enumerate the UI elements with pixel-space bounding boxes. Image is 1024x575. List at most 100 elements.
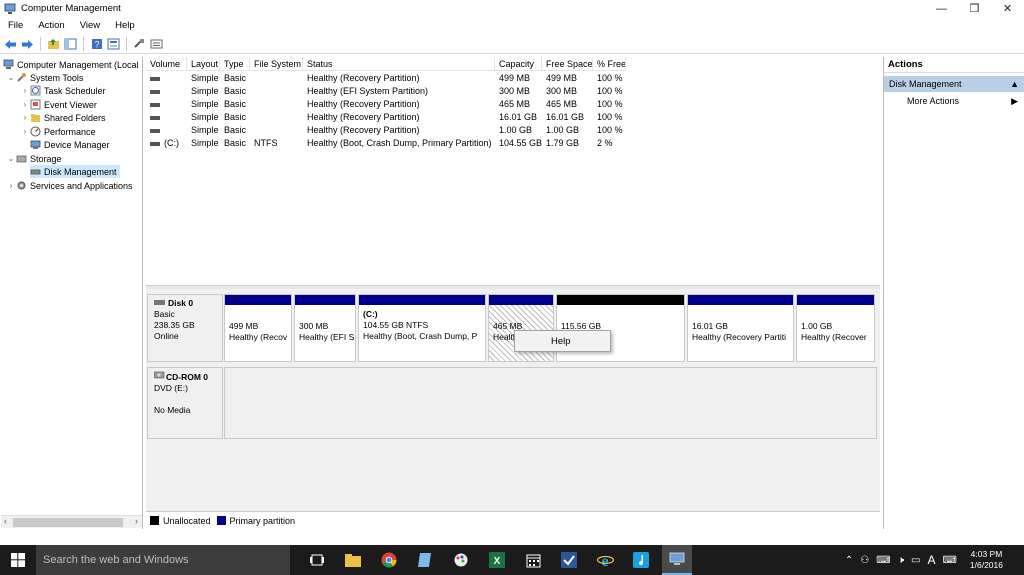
column-header-file-system[interactable]: File System — [250, 57, 303, 70]
volume-row[interactable]: (C:) Simple Basic NTFS Healthy (Boot, Crash … — [146, 137, 626, 150]
tree-item-performance[interactable]: › Performance — [20, 125, 96, 138]
chrome-button[interactable] — [374, 545, 404, 575]
tree-item-computer-management[interactable]: Computer Management (Local — [3, 58, 139, 71]
volume-row[interactable]: Simple Basic Healthy (Recovery Partition) 1… — [146, 124, 626, 137]
cell-status: Healthy (Boot, Crash Dump, Primary Parti… — [307, 138, 492, 148]
expand-arrow-icon[interactable]: › — [20, 86, 30, 95]
computer-management-taskbar-button[interactable] — [662, 545, 692, 575]
collapse-arrow-icon[interactable]: ⌄ — [6, 154, 16, 163]
scroll-left-icon[interactable]: ‹ — [4, 516, 7, 526]
file-explorer-button[interactable] — [338, 545, 368, 575]
notepad-button[interactable] — [410, 545, 440, 575]
menu-action[interactable]: Action — [30, 20, 71, 31]
todo-button[interactable] — [554, 545, 584, 575]
partition-status: Healthy (EFI S — [299, 332, 355, 342]
tree-item-system-tools[interactable]: ⌄ System Tools — [6, 71, 84, 84]
clock-date: 1/6/2016 — [969, 560, 1003, 570]
menu-help[interactable]: Help — [107, 20, 142, 31]
menu-file[interactable]: File — [0, 20, 30, 31]
help-button[interactable]: ? — [89, 37, 104, 52]
show-hidden-icons-icon[interactable]: ⌃ — [845, 555, 853, 566]
list-view-button[interactable] — [149, 37, 164, 52]
up-button[interactable] — [46, 37, 61, 52]
partition-recovery-1gb[interactable]: 1.00 GB Healthy (Recover — [796, 294, 875, 362]
tree-label: Event Viewer — [44, 99, 97, 110]
expand-arrow-icon[interactable]: › — [20, 127, 30, 136]
search-box[interactable]: Search the web and Windows — [36, 545, 290, 575]
expand-arrow-icon[interactable]: › — [20, 100, 30, 109]
column-header-percent-free[interactable]: % Free — [593, 57, 626, 70]
connect-button[interactable] — [132, 37, 147, 52]
volume-row[interactable]: Simple Basic Healthy (Recovery Partition) 1… — [146, 111, 626, 124]
show-hide-tree-button[interactable] — [63, 37, 78, 52]
keyboard-icon[interactable]: ⌨ — [942, 555, 956, 566]
disk-0-label[interactable]: Disk 0 Basic 238.35 GB Online — [147, 294, 223, 362]
menu-view[interactable]: View — [72, 20, 107, 31]
people-icon[interactable]: ⚇ — [860, 555, 869, 566]
menu-bar: File Action View Help — [0, 17, 1024, 33]
close-button[interactable]: ✕ — [991, 0, 1024, 17]
expand-arrow-icon[interactable]: › — [6, 181, 16, 190]
tree-item-event-viewer[interactable]: › Event Viewer — [20, 98, 97, 111]
scrollbar-thumb[interactable] — [13, 518, 123, 527]
clock[interactable]: 4:03 PM 1/6/2016 — [970, 549, 1003, 571]
paint-icon — [454, 553, 468, 567]
performance-icon — [30, 126, 41, 137]
cell-status: Healthy (Recovery Partition) — [307, 112, 420, 122]
back-button[interactable] — [3, 37, 18, 52]
cd-rom-empty-area[interactable] — [224, 367, 877, 439]
event-viewer-icon — [30, 99, 41, 110]
task-view-button[interactable] — [302, 545, 332, 575]
cell-file-system: NTFS — [254, 138, 278, 148]
volume-row[interactable]: Simple Basic Healthy (EFI System Partition… — [146, 85, 626, 98]
forward-button[interactable] — [20, 37, 35, 52]
partition-efi-300mb[interactable]: 300 MB Healthy (EFI S — [294, 294, 356, 362]
partition-size: 16.01 GB — [692, 321, 728, 331]
context-menu-help[interactable]: Help — [551, 336, 571, 347]
partition-recovery-16gb[interactable]: 16.01 GB Healthy (Recovery Partiti — [687, 294, 794, 362]
partition-recovery-499mb[interactable]: 499 MB Healthy (Recov — [224, 294, 292, 362]
start-button[interactable] — [0, 545, 36, 575]
context-menu: Help — [514, 330, 611, 352]
scroll-right-icon[interactable]: › — [135, 516, 138, 526]
actions-section-disk-management[interactable]: Disk Management ▲ — [884, 76, 1024, 92]
cd-rom-0-label[interactable]: CD-ROM 0 DVD (E:) No Media — [147, 367, 223, 439]
restore-button[interactable]: ❐ — [958, 0, 991, 17]
volume-muted-icon[interactable]: 🕨 — [898, 555, 904, 566]
column-header-type[interactable]: Type — [220, 57, 250, 70]
tree-item-task-scheduler[interactable]: › Task Scheduler — [20, 84, 106, 97]
excel-button[interactable]: X — [482, 545, 512, 575]
media-player-button[interactable] — [626, 545, 656, 575]
tree-item-storage[interactable]: ⌄ Storage — [6, 152, 62, 165]
column-header-layout[interactable]: Layout — [187, 57, 220, 70]
calendar-button[interactable] — [518, 545, 548, 575]
tree-item-services-and-applications[interactable]: › Services and Applications — [6, 179, 133, 192]
tree-item-shared-folders[interactable]: › Shared Folders — [20, 111, 106, 124]
collapse-arrow-icon[interactable]: ⌄ — [6, 73, 16, 82]
action-center-icon[interactable]: ▭ — [911, 555, 920, 566]
tree-item-disk-management[interactable]: Disk Management — [30, 165, 120, 178]
column-header-volume[interactable]: Volume — [146, 57, 187, 70]
collapse-triangle-icon[interactable]: ▲ — [1010, 76, 1019, 92]
properties-button[interactable] — [106, 37, 121, 52]
column-header-capacity[interactable]: Capacity — [495, 57, 542, 70]
column-header-free-space[interactable]: Free Space — [542, 57, 593, 70]
expand-arrow-icon[interactable]: › — [20, 113, 30, 122]
network-icon[interactable]: ⌨ — [876, 555, 890, 566]
column-header-status[interactable]: Status — [303, 57, 495, 70]
cell-status: Healthy (Recovery Partition) — [307, 73, 420, 83]
paint-button[interactable] — [446, 545, 476, 575]
cell-free-space: 1.00 GB — [546, 125, 580, 135]
partition-c-drive[interactable]: (C:) 104.55 GB NTFS Healthy (Boot, Crash D… — [358, 294, 486, 362]
input-language-icon[interactable]: A — [927, 553, 935, 567]
minimize-button[interactable]: — — [925, 0, 958, 17]
tree-horizontal-scrollbar[interactable]: ‹ › — [1, 515, 142, 528]
internet-explorer-button[interactable]: e — [590, 545, 620, 575]
volume-row[interactable]: Simple Basic Healthy (Recovery Partition) 4… — [146, 72, 626, 85]
cell-capacity: 1.00 GB — [499, 125, 533, 135]
tree-item-device-manager[interactable]: Device Manager — [30, 138, 110, 151]
submenu-arrow-icon: ▶ — [1011, 96, 1018, 106]
volume-row[interactable]: Simple Basic Healthy (Recovery Partition) 4… — [146, 98, 626, 111]
cd-drive-icon — [153, 371, 165, 379]
more-actions[interactable]: More Actions ▶ — [884, 92, 1024, 110]
